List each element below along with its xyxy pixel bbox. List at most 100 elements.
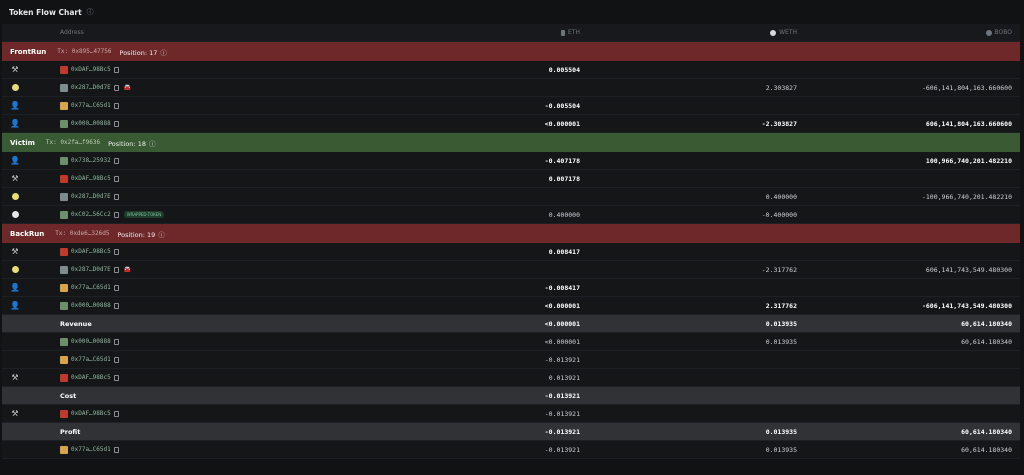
copy-icon[interactable] xyxy=(113,84,119,91)
eth-cell-value: -0.013921 xyxy=(544,427,580,436)
address-link[interactable]: 0x287…D0d7E xyxy=(71,193,111,200)
copy-icon[interactable] xyxy=(113,66,119,73)
address-link[interactable]: 0x77a…C65d1 xyxy=(71,446,111,453)
header-eth: ETH xyxy=(561,24,580,41)
tx-value[interactable]: 0xde6…326d5 xyxy=(70,230,110,237)
eth-cell-value: 0.005504 xyxy=(548,65,580,74)
eth-cell: -0.013921 xyxy=(545,423,580,440)
weth-cell: 0.013935 xyxy=(766,441,797,458)
table-row: 0x287…D0d7E 🚘 -2.317762 606,141,743,549.480… xyxy=(2,261,1020,279)
address-link[interactable]: 0x77a…C65d1 xyxy=(71,284,111,291)
address-link[interactable]: 0x000…00888 xyxy=(71,338,111,345)
eth-cell-value: -0.013921 xyxy=(544,355,580,364)
weth-cell: 0.013935 xyxy=(766,333,797,350)
address-link[interactable]: 0xDAF…98Bc5 xyxy=(71,248,111,255)
address-link[interactable]: 0x738…25932 xyxy=(71,157,111,164)
bobo-cell: 60,614.180340 xyxy=(961,315,1012,332)
bobo-cell: 100,966,740,201.482210 xyxy=(926,152,1012,169)
address-cell: 0x000…00888 xyxy=(60,297,119,314)
eth-cell-value: -0.008417 xyxy=(544,283,580,292)
copy-icon[interactable] xyxy=(113,193,119,200)
address-cell: 0xDAF…98Bc5 xyxy=(60,405,119,422)
info-icon[interactable]: ⓘ xyxy=(160,49,167,57)
eth-cell-value: <0.000001 xyxy=(544,337,580,346)
weth-cell-value: -2.317762 xyxy=(761,265,797,274)
position-label: Position: xyxy=(119,48,148,57)
weth-cell: 0.013935 xyxy=(766,423,797,440)
row-icon-cell xyxy=(8,206,22,223)
copy-icon[interactable] xyxy=(113,284,119,291)
address-link[interactable]: 0xDAF…98Bc5 xyxy=(71,374,111,381)
tx-hash[interactable]: Tx: 0x2fa…f9636 xyxy=(46,139,100,146)
bobo-cell-value: 60,614.180340 xyxy=(961,337,1012,346)
address-link[interactable]: 0x000…00888 xyxy=(71,120,111,127)
address-link[interactable]: 0x77a…C65d1 xyxy=(71,102,111,109)
weth-cell-value: 0.013935 xyxy=(765,337,797,346)
tx-label: Tx: xyxy=(57,48,69,55)
copy-icon[interactable] xyxy=(113,211,119,218)
section-header-frontrun: FrontRun Tx: 0x895…47756 Position: 17 ⓘ xyxy=(2,42,1020,61)
bobo-cell: -606,141,804,163.660600 xyxy=(922,79,1012,96)
hammer-icon: ⚒ xyxy=(11,247,19,256)
copy-icon[interactable] xyxy=(113,410,119,417)
address-link[interactable]: 0xC02…56Cc2 xyxy=(71,211,111,218)
coin-icon xyxy=(11,266,19,273)
section-name: BackRun xyxy=(10,229,45,238)
person-icon: 👤 xyxy=(10,283,20,292)
avatar-icon xyxy=(60,83,68,92)
copy-icon[interactable] xyxy=(113,446,119,453)
tx-value[interactable]: 0x2fa…f9636 xyxy=(60,139,100,146)
copy-icon[interactable] xyxy=(113,266,119,273)
avatar-icon xyxy=(60,210,68,219)
tx-label: Tx: xyxy=(55,230,67,237)
bobo-cell: 606,141,804,163.660600 xyxy=(926,115,1012,132)
weth-cell: 0.400000 xyxy=(766,188,797,205)
position: Position: 19 ⓘ xyxy=(117,229,164,239)
copy-icon[interactable] xyxy=(113,120,119,127)
copy-icon[interactable] xyxy=(113,374,119,381)
summary-label: Cost xyxy=(60,387,76,404)
address-cell: 0xDAF…98Bc5 xyxy=(60,170,119,187)
hammer-icon: ⚒ xyxy=(11,373,19,382)
avatar-icon xyxy=(60,156,68,165)
eth-cell: <0.000001 xyxy=(545,115,580,132)
eth-cell-value: <0.000001 xyxy=(544,301,580,310)
address-link[interactable]: 0x287…D0d7E xyxy=(71,266,111,273)
eth-cell: 0.008417 xyxy=(549,243,580,260)
copy-icon[interactable] xyxy=(113,175,119,182)
copy-icon[interactable] xyxy=(113,338,119,345)
table-row: 0xC02…56Cc2 WRAPPED-TOKEN 0.400000 -0.40000… xyxy=(2,206,1020,224)
copy-icon[interactable] xyxy=(113,157,119,164)
bobo-cell-value: 100,966,740,201.482210 xyxy=(925,156,1012,165)
info-icon[interactable]: ⓘ xyxy=(149,140,156,148)
address-link[interactable]: 0x000…00888 xyxy=(71,302,111,309)
tx-hash[interactable]: Tx: 0xde6…326d5 xyxy=(55,230,109,237)
tx-label: Tx: xyxy=(45,139,57,146)
copy-icon[interactable] xyxy=(113,302,119,309)
address-link[interactable]: 0x77a…C65d1 xyxy=(71,356,111,363)
copy-icon[interactable] xyxy=(113,102,119,109)
page-title-bar: Token Flow Chart ⓘ xyxy=(0,0,1024,24)
bobo-cell: 606,141,743,549.480300 xyxy=(926,261,1012,278)
tx-hash[interactable]: Tx: 0x895…47756 xyxy=(57,48,111,55)
row-icon-cell: ⚒ xyxy=(8,243,22,260)
car-icon: 🚘 xyxy=(123,266,132,273)
info-icon[interactable]: ⓘ xyxy=(87,7,94,17)
address-link[interactable]: 0xDAF…98Bc5 xyxy=(71,66,111,73)
address-link[interactable]: 0xDAF…98Bc5 xyxy=(71,175,111,182)
address-link[interactable]: 0x287…D0d7E xyxy=(71,84,111,91)
person-icon: 👤 xyxy=(10,119,20,128)
copy-icon[interactable] xyxy=(113,248,119,255)
eth-cell: 0.007178 xyxy=(549,170,580,187)
bobo-cell: -606,141,743,549.480300 xyxy=(922,297,1012,314)
copy-icon[interactable] xyxy=(113,356,119,363)
table-row: 0x000…00888 <0.000001 0.013935 60,614.18034… xyxy=(2,333,1020,351)
avatar-icon xyxy=(60,301,68,310)
info-icon[interactable]: ⓘ xyxy=(158,231,165,239)
table-row: ⚒ 0xDAF…98Bc5 0.013921 xyxy=(2,369,1020,387)
address-link[interactable]: 0xDAF…98Bc5 xyxy=(71,410,111,417)
address-cell: 0x77a…C65d1 xyxy=(60,351,119,368)
section-label: FrontRun Tx: 0x895…47756 Position: 17 ⓘ xyxy=(10,42,167,61)
avatar-icon xyxy=(60,65,68,74)
tx-value[interactable]: 0x895…47756 xyxy=(72,48,112,55)
